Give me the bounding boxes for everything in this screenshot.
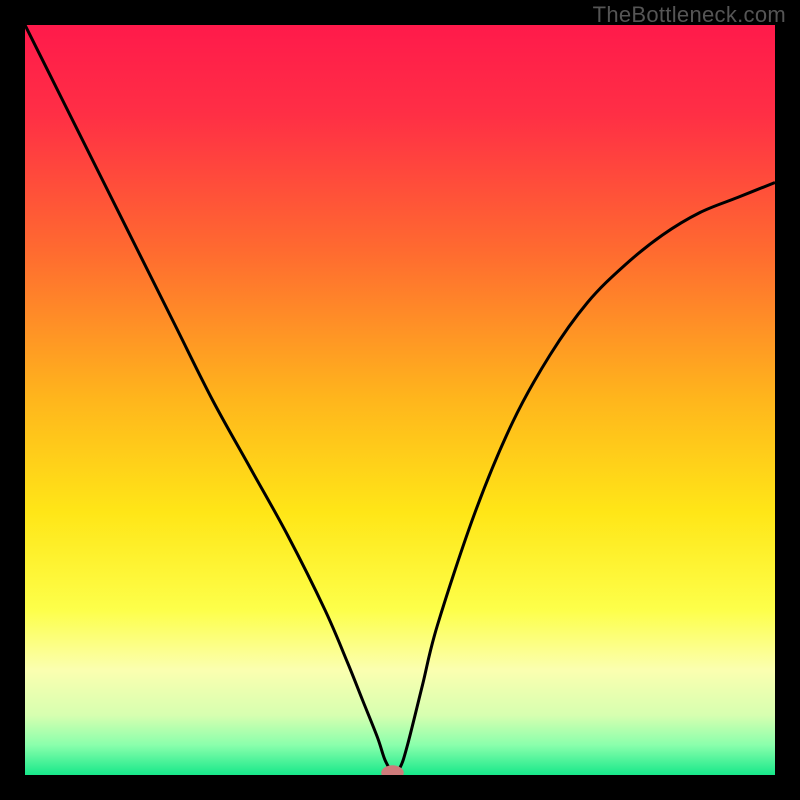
chart-frame: TheBottleneck.com — [0, 0, 800, 800]
plot-area — [25, 25, 775, 775]
bottleneck-chart — [25, 25, 775, 775]
gradient-background — [25, 25, 775, 775]
